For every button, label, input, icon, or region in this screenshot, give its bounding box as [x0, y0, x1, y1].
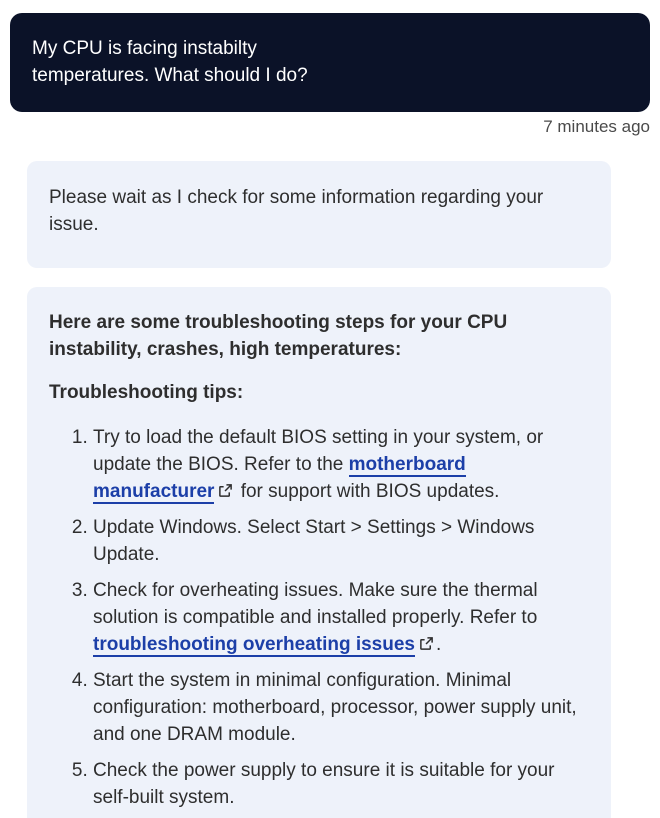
step-item-overheating: Check for overheating issues. Make sure …: [93, 577, 589, 658]
step-item-minimal-config: Start the system in minimal configuratio…: [93, 667, 589, 748]
bot-wait-text: Please wait as I check for some informat…: [49, 187, 544, 235]
bot-wait-message-bubble: Please wait as I check for some informat…: [27, 161, 611, 268]
step-item-power-supply: Check the power supply to ensure it is s…: [93, 757, 589, 811]
chat-transcript: My CPU is facing instabilty temperatures…: [0, 0, 660, 818]
troubleshooting-steps-list: Try to load the default BIOS setting in …: [49, 424, 589, 811]
step-3-text-after: .: [436, 634, 442, 655]
troubleshooting-overheating-link[interactable]: troubleshooting overheating issues: [93, 634, 415, 657]
message-timestamp: 7 minutes ago: [543, 117, 650, 136]
user-message-bubble: My CPU is facing instabilty temperatures…: [10, 13, 650, 112]
steps-heading: Here are some troubleshooting steps for …: [49, 312, 508, 360]
step-item-bios: Try to load the default BIOS setting in …: [93, 424, 589, 505]
user-message-line-2: temperatures. What should I do?: [32, 65, 308, 86]
step-1-text-before: Try to load the default BIOS setting in …: [93, 427, 544, 475]
external-link-icon[interactable]: [419, 636, 434, 651]
step-3-text-before: Check for overheating issues. Make sure …: [93, 580, 538, 628]
bot-steps-message-bubble: Here are some troubleshooting steps for …: [27, 287, 611, 818]
step-item-windows-update: Update Windows. Select Start > Settings …: [93, 514, 589, 568]
step-4-text: Start the system in minimal configuratio…: [93, 670, 577, 745]
step-1-text-after: for support with BIOS updates.: [235, 481, 500, 502]
step-2-text: Update Windows. Select Start > Settings …: [93, 517, 535, 565]
external-link-icon[interactable]: [218, 483, 233, 498]
step-5-text: Check the power supply to ensure it is s…: [93, 760, 555, 808]
tips-heading: Troubleshooting tips:: [49, 382, 244, 403]
user-message-line-1: My CPU is facing instabilty: [32, 38, 257, 59]
